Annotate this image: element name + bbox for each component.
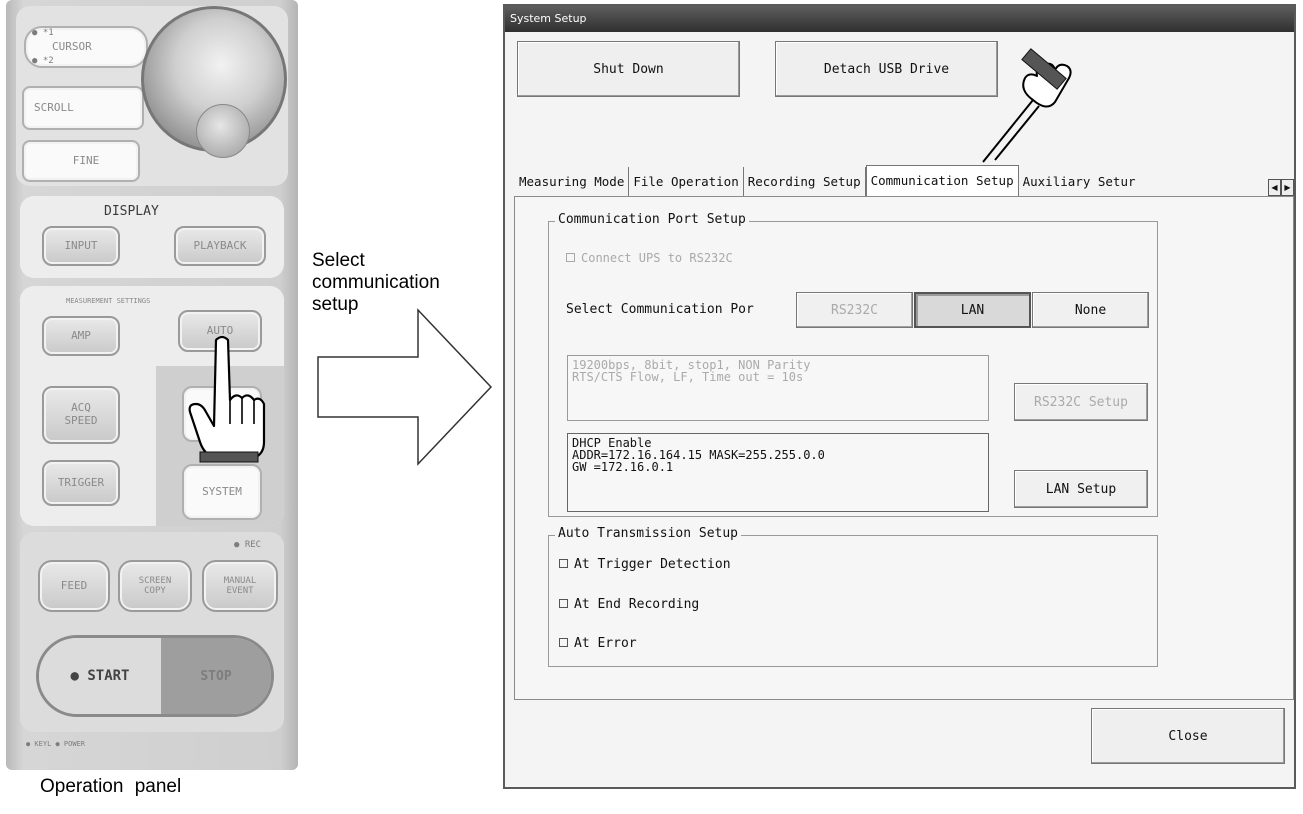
- lan-port-label: LAN: [960, 302, 985, 318]
- acq-speed-label: ACQ SPEED: [64, 401, 98, 427]
- trigger-label: TRIGGER: [57, 475, 105, 489]
- operation-panel-caption: Operation panel: [40, 776, 182, 797]
- shut-down-button[interactable]: Shut Down: [517, 41, 740, 97]
- none-port-button[interactable]: None: [1032, 292, 1149, 328]
- playback-button[interactable]: PLAYBACK: [174, 226, 266, 266]
- screen-copy-button[interactable]: SCREEN COPY: [118, 560, 192, 612]
- tab-scroll-right-icon[interactable]: ▶: [1281, 179, 1294, 196]
- amp-label: AMP: [71, 328, 91, 342]
- end-recording-checkbox[interactable]: At End Recording: [559, 597, 699, 612]
- lan-setup-button[interactable]: LAN Setup: [1014, 470, 1148, 508]
- scroll-label: SCROLL: [34, 100, 74, 114]
- tab-auxiliary-setup[interactable]: Auxiliary Setur: [1019, 167, 1143, 196]
- tab-strip: Measuring Mode File Operation Recording …: [515, 165, 1143, 196]
- screen-copy-label: SCREEN COPY: [138, 575, 172, 596]
- trigger-button[interactable]: TRIGGER: [42, 460, 120, 506]
- ups-checkbox[interactable]: Connect UPS to RS232C: [566, 251, 733, 265]
- jog-dial[interactable]: [141, 6, 287, 158]
- amp-button[interactable]: AMP: [42, 316, 120, 356]
- stop-button[interactable]: STOP: [161, 638, 271, 714]
- fine-button[interactable]: FINE: [22, 140, 140, 182]
- playback-label: PLAYBACK: [193, 238, 247, 252]
- detach-usb-drive-label: Detach USB Drive: [823, 61, 950, 77]
- manual-event-label: MANUAL EVENT: [223, 575, 257, 596]
- start-label: ● START: [70, 668, 130, 684]
- feed-label: FEED: [60, 578, 88, 592]
- start-button[interactable]: ● START: [39, 638, 161, 714]
- stop-label: STOP: [200, 668, 232, 684]
- rs232c-port-label: RS232C: [831, 302, 878, 318]
- close-label: Close: [1168, 728, 1208, 744]
- detach-usb-drive-button[interactable]: Detach USB Drive: [775, 41, 998, 97]
- shut-down-label: Shut Down: [593, 61, 664, 77]
- error-checkbox-box[interactable]: [559, 638, 568, 647]
- rs232c-settings-display: 19200bps, 8bit, stop1, NON Parity RTS/CT…: [567, 355, 989, 421]
- lan-setup-label: LAN Setup: [1045, 481, 1117, 497]
- trigger-detection-checkbox[interactable]: At Trigger Detection: [559, 557, 731, 572]
- tab-scroll-left-icon[interactable]: ◀: [1268, 179, 1281, 196]
- fine-label: FINE: [72, 153, 100, 167]
- tab-communication-setup[interactable]: Communication Setup: [865, 165, 1019, 196]
- lan-settings-display: DHCP Enable ADDR=172.16.164.15 MASK=255.…: [567, 433, 989, 512]
- none-port-label: None: [1074, 302, 1107, 318]
- pointing-hand-icon: [188, 335, 266, 463]
- rs232c-setup-button[interactable]: RS232C Setup: [1014, 383, 1148, 421]
- error-checkbox[interactable]: At Error: [559, 636, 637, 651]
- system-button[interactable]: SYSTEM: [182, 464, 262, 520]
- select-port-label: Select Communication Por: [566, 302, 754, 317]
- right-arrow-icon: [317, 308, 493, 466]
- input-button[interactable]: INPUT: [42, 226, 120, 266]
- input-label: INPUT: [64, 238, 98, 252]
- error-label: At Error: [574, 636, 637, 651]
- feed-button[interactable]: FEED: [38, 560, 110, 612]
- end-recording-checkbox-box[interactable]: [559, 599, 568, 608]
- measurement-title: MEASUREMENT SETTINGS: [66, 297, 151, 305]
- ups-checkbox-label: Connect UPS to RS232C: [581, 251, 733, 265]
- lan-port-button[interactable]: LAN: [914, 292, 1031, 328]
- rs232c-setup-label: RS232C Setup: [1034, 394, 1128, 410]
- system-label: SYSTEM: [202, 484, 242, 498]
- tab-recording-setup[interactable]: Recording Setup: [744, 167, 866, 196]
- cursor-sublabel-2: ● *2: [32, 56, 54, 66]
- pointing-hand-tab-icon: [982, 48, 1072, 163]
- rec-indicator: ● REC: [234, 540, 262, 550]
- manual-event-button[interactable]: MANUAL EVENT: [202, 560, 278, 612]
- communication-port-group-title: Communication Port Setup: [555, 212, 749, 227]
- display-title: DISPLAY: [104, 204, 159, 219]
- tab-scroll-buttons: ◀ ▶: [1268, 179, 1294, 196]
- rs232c-port-button[interactable]: RS232C: [796, 292, 913, 328]
- start-stop-switch: ● START STOP: [36, 635, 274, 717]
- cursor-label: CURSOR: [52, 39, 92, 53]
- tab-measuring-mode[interactable]: Measuring Mode: [515, 167, 630, 196]
- jog-dial-center[interactable]: [196, 104, 250, 158]
- cursor-sublabel-1: ● *1: [32, 28, 54, 38]
- end-recording-label: At End Recording: [574, 597, 700, 612]
- select-communication-instruction: Select communication setup: [312, 250, 440, 315]
- trigger-detection-checkbox-box[interactable]: [559, 559, 568, 568]
- window-title: System Setup: [505, 6, 1294, 32]
- acq-speed-button[interactable]: ACQ SPEED: [42, 386, 120, 444]
- close-button[interactable]: Close: [1091, 708, 1285, 764]
- scroll-button[interactable]: SCROLL: [22, 86, 144, 130]
- tab-file-operation[interactable]: File Operation: [629, 167, 744, 196]
- ups-checkbox-box[interactable]: [566, 253, 575, 262]
- auto-transmission-group-title: Auto Transmission Setup: [555, 526, 742, 541]
- panel-bottom-text: ● KEYL ● POWER: [26, 740, 86, 748]
- trigger-detection-label: At Trigger Detection: [574, 557, 731, 572]
